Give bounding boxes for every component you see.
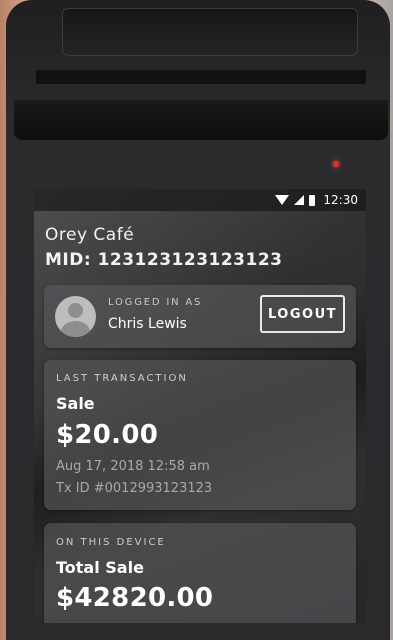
signal-icon: [294, 195, 305, 205]
transaction-type: Sale: [56, 394, 95, 413]
transaction-amount: $20.00: [56, 420, 159, 450]
wifi-icon: [275, 195, 290, 205]
summary-amount: $42820.00: [56, 583, 214, 613]
status-led: [333, 161, 339, 167]
logout-button[interactable]: LOGOUT: [260, 295, 345, 333]
status-bar: 12:30: [34, 189, 366, 211]
transaction-id: Tx ID #0012993123123: [56, 481, 213, 496]
status-time: 12:30: [323, 193, 358, 207]
last-transaction-label: LAST TRANSACTION: [56, 373, 188, 384]
merchant-name: Orey Café: [45, 225, 135, 245]
last-transaction-card[interactable]: LAST TRANSACTION Sale $20.00 Aug 17, 201…: [44, 360, 356, 510]
device-summary-card[interactable]: ON THIS DEVICE Total Sale $42820.00: [44, 523, 356, 623]
printer-lip: [14, 100, 388, 140]
avatar-head: [68, 303, 83, 318]
avatar: [55, 296, 96, 337]
avatar-body: [61, 321, 90, 337]
device-summary-label: ON THIS DEVICE: [56, 537, 166, 548]
battery-icon: [309, 194, 316, 206]
user-name: Chris Lewis: [108, 316, 187, 332]
summary-type: Total Sale: [56, 558, 144, 577]
session-card: LOGGED IN AS Chris Lewis LOGOUT: [44, 285, 356, 348]
device-screen: 12:30 Orey Café MID: 123123123123123 LOG…: [34, 189, 366, 623]
merchant-id: MID: 123123123123123: [45, 250, 283, 270]
merchant-info: Orey Café MID: 123123123123123: [45, 225, 283, 270]
receipt-printer-cover: [62, 8, 358, 56]
transaction-datetime: Aug 17, 2018 12:58 am: [56, 459, 210, 474]
logged-in-label: LOGGED IN AS: [108, 297, 203, 308]
receipt-printer-slot: [36, 70, 366, 84]
